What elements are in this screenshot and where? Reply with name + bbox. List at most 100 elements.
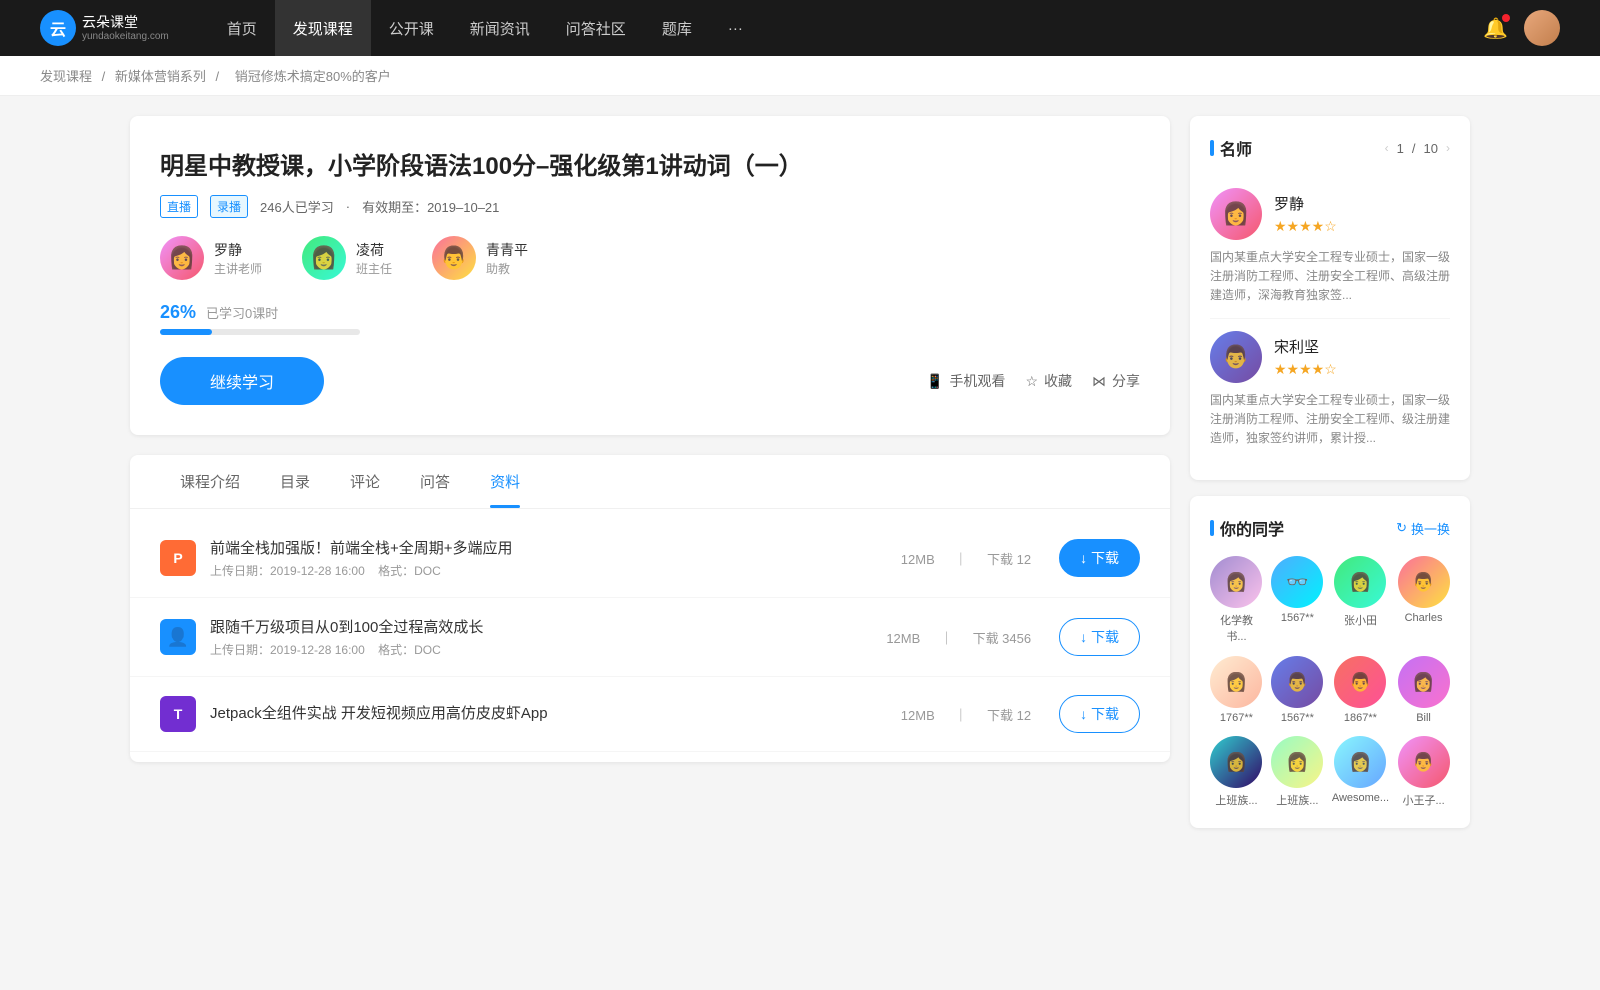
collect-button[interactable]: ☆ 收藏 [1025,371,1072,391]
teacher-role-0: 主讲老师 [214,260,262,277]
classmate-5[interactable]: 👨 1567** [1271,656,1324,724]
classmate-avatar-4: 👩 [1210,656,1262,708]
course-expire: 有效期至：2019–10–21 [362,197,499,216]
left-panel: 明星中教授课，小学阶段语法100分–强化级第1讲动词（一） 直播 录播 246人… [130,116,1170,844]
share-icon: ⋈ [1092,373,1106,390]
classmate-name-11: 小王子... [1402,792,1444,808]
named-teacher-0: 👩 罗静 ★★★★☆ 国内某重点大学安全工程专业硕士，国家一级注册消防工程师、注… [1210,176,1450,319]
continue-button[interactable]: 继续学习 [160,357,324,405]
mobile-icon: 📱 [926,373,943,390]
nav-item-quiz[interactable]: 题库 [644,0,710,56]
teacher-1: 👩 凌荷 班主任 [302,236,392,280]
refresh-button[interactable]: ↻ 换一换 [1396,519,1450,538]
file-name-0: 前端全栈加强版！前端全栈+全周期+多端应用 [210,537,893,558]
prev-page[interactable]: ‹ [1385,141,1389,155]
classmate-name-7: Bill [1416,712,1431,724]
breadcrumb-series[interactable]: 新媒体营销系列 [115,69,206,84]
tab-review[interactable]: 评论 [330,455,400,508]
download-button-2[interactable]: ↓ 下载 [1059,695,1140,733]
named-teacher-name-0: 罗静 [1274,193,1337,214]
classmate-7[interactable]: 👩 Bill [1397,656,1450,724]
classmate-10[interactable]: 👩 Awesome... [1332,736,1389,808]
pagination: ‹ 1 / 10 › [1385,141,1450,156]
classmate-avatar-6: 👨 [1334,656,1386,708]
classmate-3[interactable]: 👨 Charles [1397,556,1450,644]
nav-item-more[interactable]: ··· [710,0,761,56]
logo-text: 云朵课堂 yundaokeitang.com [82,14,169,42]
star-icon: ☆ [1025,373,1038,390]
bell-icon[interactable]: 🔔 [1483,16,1508,41]
classmate-9[interactable]: 👩 上班族... [1271,736,1324,808]
file-icon-2: T [160,696,196,732]
teacher-name-0: 罗静 [214,240,262,260]
course-actions: 继续学习 📱 手机观看 ☆ 收藏 ⋈ 分享 [160,357,1140,405]
tab-qa[interactable]: 问答 [400,455,470,508]
classmate-6[interactable]: 👨 1867** [1332,656,1389,724]
classmate-avatar-1: 👓 [1271,556,1323,608]
progress-bar [160,329,360,335]
course-title: 明星中教授课，小学阶段语法100分–强化级第1讲动词（一） [160,146,1140,181]
teacher-role-2: 助教 [486,260,528,277]
share-button[interactable]: ⋈ 分享 [1092,371,1140,391]
file-meta-1: 上传日期：2019-12-28 16:00 格式：DOC [210,641,878,658]
nav-item-qa[interactable]: 问答社区 [548,0,644,56]
classmate-4[interactable]: 👩 1767** [1210,656,1263,724]
logo-icon: 云 [40,10,76,46]
progress-section: 26% 已学习0课时 [160,302,1140,335]
classmate-avatar-2: 👩 [1334,556,1386,608]
notification-dot [1502,14,1510,22]
classmate-1[interactable]: 👓 1567** [1271,556,1324,644]
nav-item-home[interactable]: 首页 [209,0,275,56]
tab-materials[interactable]: 资料 [470,455,540,508]
teacher-avatar-0: 👩 [160,236,204,280]
classmate-8[interactable]: 👩 上班族... [1210,736,1263,808]
classmate-avatar-11: 👨 [1398,736,1450,788]
tab-intro[interactable]: 课程介绍 [160,455,260,508]
classmates-card: 你的同学 ↻ 换一换 👩 化学教书... 👓 1567** 👩 张小田 [1190,496,1470,828]
file-icon-1: 👤 [160,619,196,655]
file-item-0: P 前端全栈加强版！前端全栈+全周期+多端应用 上传日期：2019-12-28 … [130,519,1170,598]
breadcrumb: 发现课程 / 新媒体营销系列 / 销冠修炼术搞定80%的客户 [0,56,1600,96]
file-stats-2: 12MB ｜ 下载 12 [893,705,1039,724]
progress-fill [160,329,212,335]
nav-item-news[interactable]: 新闻资讯 [452,0,548,56]
file-name-2: Jetpack全组件实战 开发短视频应用高仿皮皮虾App [210,702,893,723]
progress-percentage: 26% [160,302,196,323]
page-total: 10 [1424,141,1438,156]
nav-right: 🔔 [1483,10,1560,46]
progress-text: 已学习0课时 [206,303,278,322]
classmate-avatar-3: 👨 [1398,556,1450,608]
next-page[interactable]: › [1446,141,1450,155]
named-teacher-1: 👨 宋利坚 ★★★★☆ 国内某重点大学安全工程专业硕士，国家一级注册消防工程师、… [1210,319,1450,461]
classmates-grid: 👩 化学教书... 👓 1567** 👩 张小田 👨 Charles 👩 [1210,556,1450,808]
mobile-watch-button[interactable]: 📱 手机观看 [926,371,1005,391]
file-list: P 前端全栈加强版！前端全栈+全周期+多端应用 上传日期：2019-12-28 … [130,509,1170,762]
tabs-card: 课程介绍 目录 评论 问答 资料 P 前端全栈加强版！前端全栈+全周期+多端应用… [130,455,1170,762]
teachers: 👩 罗静 主讲老师 👩 凌荷 班主任 [160,236,1140,280]
named-teacher-stars-1: ★★★★☆ [1274,361,1337,378]
classmate-avatar-0: 👩 [1210,556,1262,608]
file-stats-0: 12MB ｜ 下载 12 [893,549,1039,568]
classmate-2[interactable]: 👩 张小田 [1332,556,1389,644]
right-panel: 名师 ‹ 1 / 10 › 👩 罗静 ★★★★☆ [1190,116,1470,844]
logo[interactable]: 云 云朵课堂 yundaokeitang.com [40,10,169,46]
tabs-header: 课程介绍 目录 评论 问答 资料 [130,455,1170,509]
classmate-avatar-8: 👩 [1210,736,1262,788]
classmate-avatar-10: 👩 [1334,736,1386,788]
file-name-1: 跟随千万级项目从0到100全过程高效成长 [210,616,878,637]
classmate-name-1: 1567** [1281,612,1314,624]
nav-item-discover[interactable]: 发现课程 [275,0,371,56]
classmate-0[interactable]: 👩 化学教书... [1210,556,1263,644]
nav-item-open[interactable]: 公开课 [371,0,452,56]
classmate-name-6: 1867** [1344,712,1377,724]
file-meta-0: 上传日期：2019-12-28 16:00 格式：DOC [210,562,893,579]
breadcrumb-discover[interactable]: 发现课程 [40,69,92,84]
teacher-avatar-2: 👨 [432,236,476,280]
classmate-11[interactable]: 👨 小王子... [1397,736,1450,808]
tab-catalog[interactable]: 目录 [260,455,330,508]
classmate-avatar-7: 👩 [1398,656,1450,708]
download-button-0[interactable]: ↓ 下载 [1059,539,1140,577]
classmate-name-2: 张小田 [1344,612,1377,628]
user-avatar[interactable] [1524,10,1560,46]
download-button-1[interactable]: ↓ 下载 [1059,618,1140,656]
